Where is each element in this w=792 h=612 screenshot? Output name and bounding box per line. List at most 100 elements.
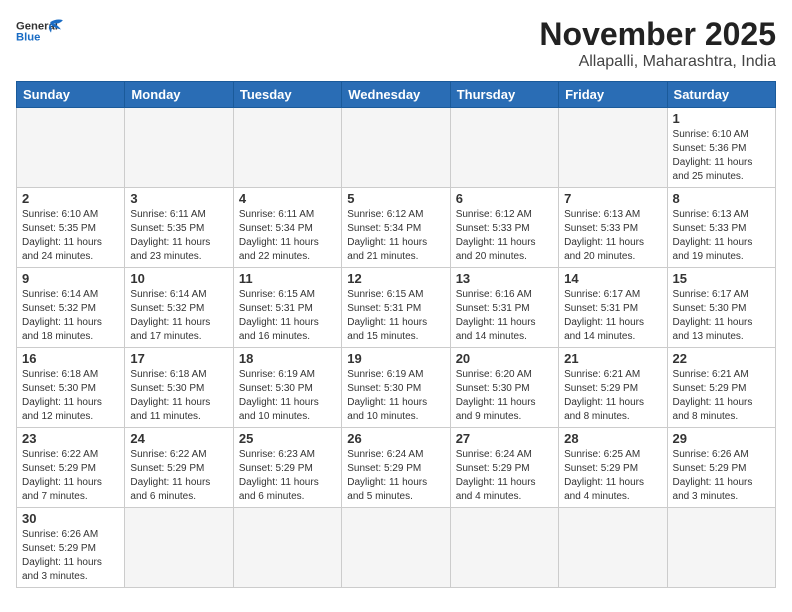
day-info: Sunrise: 6:22 AM Sunset: 5:29 PM Dayligh… (130, 448, 227, 504)
empty-cell (450, 108, 558, 188)
table-row: 16 Sunrise: 6:18 AM Sunset: 5:30 PM Dayl… (17, 348, 125, 428)
day-number: 10 (130, 271, 227, 286)
table-row: 21 Sunrise: 6:21 AM Sunset: 5:29 PM Dayl… (559, 348, 667, 428)
day-number: 3 (130, 191, 227, 206)
empty-cell (667, 508, 775, 588)
day-info: Sunrise: 6:18 AM Sunset: 5:30 PM Dayligh… (130, 368, 227, 424)
table-row: 4 Sunrise: 6:11 AM Sunset: 5:34 PM Dayli… (233, 188, 341, 268)
day-number: 23 (22, 431, 119, 446)
table-row: 2 Sunrise: 6:10 AM Sunset: 5:35 PM Dayli… (17, 188, 125, 268)
header-tuesday: Tuesday (233, 82, 341, 108)
table-row: 30 Sunrise: 6:26 AM Sunset: 5:29 PM Dayl… (17, 508, 125, 588)
day-info: Sunrise: 6:20 AM Sunset: 5:30 PM Dayligh… (456, 368, 553, 424)
day-info: Sunrise: 6:15 AM Sunset: 5:31 PM Dayligh… (239, 288, 336, 344)
empty-cell (17, 108, 125, 188)
table-row: 24 Sunrise: 6:22 AM Sunset: 5:29 PM Dayl… (125, 428, 233, 508)
table-row: 6 Sunrise: 6:12 AM Sunset: 5:33 PM Dayli… (450, 188, 558, 268)
calendar-week-row: 23 Sunrise: 6:22 AM Sunset: 5:29 PM Dayl… (17, 428, 776, 508)
day-number: 19 (347, 351, 444, 366)
table-row: 26 Sunrise: 6:24 AM Sunset: 5:29 PM Dayl… (342, 428, 450, 508)
day-info: Sunrise: 6:21 AM Sunset: 5:29 PM Dayligh… (564, 368, 661, 424)
day-number: 16 (22, 351, 119, 366)
table-row: 25 Sunrise: 6:23 AM Sunset: 5:29 PM Dayl… (233, 428, 341, 508)
calendar-week-row: 16 Sunrise: 6:18 AM Sunset: 5:30 PM Dayl… (17, 348, 776, 428)
day-number: 4 (239, 191, 336, 206)
day-info: Sunrise: 6:24 AM Sunset: 5:29 PM Dayligh… (456, 448, 553, 504)
day-info: Sunrise: 6:10 AM Sunset: 5:36 PM Dayligh… (673, 128, 770, 184)
day-info: Sunrise: 6:26 AM Sunset: 5:29 PM Dayligh… (22, 528, 119, 584)
table-row: 7 Sunrise: 6:13 AM Sunset: 5:33 PM Dayli… (559, 188, 667, 268)
day-info: Sunrise: 6:14 AM Sunset: 5:32 PM Dayligh… (22, 288, 119, 344)
empty-cell (125, 108, 233, 188)
day-number: 5 (347, 191, 444, 206)
table-row: 8 Sunrise: 6:13 AM Sunset: 5:33 PM Dayli… (667, 188, 775, 268)
day-number: 11 (239, 271, 336, 286)
empty-cell (559, 108, 667, 188)
day-number: 30 (22, 511, 119, 526)
table-row: 11 Sunrise: 6:15 AM Sunset: 5:31 PM Dayl… (233, 268, 341, 348)
day-number: 17 (130, 351, 227, 366)
table-row: 14 Sunrise: 6:17 AM Sunset: 5:31 PM Dayl… (559, 268, 667, 348)
empty-cell (450, 508, 558, 588)
empty-cell (233, 108, 341, 188)
table-row: 12 Sunrise: 6:15 AM Sunset: 5:31 PM Dayl… (342, 268, 450, 348)
table-row: 17 Sunrise: 6:18 AM Sunset: 5:30 PM Dayl… (125, 348, 233, 428)
day-number: 22 (673, 351, 770, 366)
day-info: Sunrise: 6:24 AM Sunset: 5:29 PM Dayligh… (347, 448, 444, 504)
day-number: 24 (130, 431, 227, 446)
table-row: 19 Sunrise: 6:19 AM Sunset: 5:30 PM Dayl… (342, 348, 450, 428)
day-info: Sunrise: 6:12 AM Sunset: 5:34 PM Dayligh… (347, 208, 444, 264)
table-row: 27 Sunrise: 6:24 AM Sunset: 5:29 PM Dayl… (450, 428, 558, 508)
day-info: Sunrise: 6:10 AM Sunset: 5:35 PM Dayligh… (22, 208, 119, 264)
day-number: 28 (564, 431, 661, 446)
table-row: 23 Sunrise: 6:22 AM Sunset: 5:29 PM Dayl… (17, 428, 125, 508)
calendar-week-row: 9 Sunrise: 6:14 AM Sunset: 5:32 PM Dayli… (17, 268, 776, 348)
calendar-week-row: 1 Sunrise: 6:10 AM Sunset: 5:36 PM Dayli… (17, 108, 776, 188)
table-row: 10 Sunrise: 6:14 AM Sunset: 5:32 PM Dayl… (125, 268, 233, 348)
day-number: 27 (456, 431, 553, 446)
logo: General Blue (16, 16, 66, 46)
day-number: 20 (456, 351, 553, 366)
day-number: 9 (22, 271, 119, 286)
table-row: 9 Sunrise: 6:14 AM Sunset: 5:32 PM Dayli… (17, 268, 125, 348)
day-info: Sunrise: 6:19 AM Sunset: 5:30 PM Dayligh… (347, 368, 444, 424)
calendar-week-row: 2 Sunrise: 6:10 AM Sunset: 5:35 PM Dayli… (17, 188, 776, 268)
svg-text:Blue: Blue (16, 32, 40, 44)
day-info: Sunrise: 6:11 AM Sunset: 5:34 PM Dayligh… (239, 208, 336, 264)
header-sunday: Sunday (17, 82, 125, 108)
calendar-week-row: 30 Sunrise: 6:26 AM Sunset: 5:29 PM Dayl… (17, 508, 776, 588)
day-number: 26 (347, 431, 444, 446)
table-row: 15 Sunrise: 6:17 AM Sunset: 5:30 PM Dayl… (667, 268, 775, 348)
table-row: 29 Sunrise: 6:26 AM Sunset: 5:29 PM Dayl… (667, 428, 775, 508)
table-row: 28 Sunrise: 6:25 AM Sunset: 5:29 PM Dayl… (559, 428, 667, 508)
page-header: General Blue November 2025 Allapalli, Ma… (16, 16, 776, 71)
day-number: 25 (239, 431, 336, 446)
day-number: 1 (673, 111, 770, 126)
day-number: 6 (456, 191, 553, 206)
header-saturday: Saturday (667, 82, 775, 108)
empty-cell (559, 508, 667, 588)
calendar-title-area: November 2025 Allapalli, Maharashtra, In… (539, 16, 776, 71)
day-info: Sunrise: 6:11 AM Sunset: 5:35 PM Dayligh… (130, 208, 227, 264)
empty-cell (233, 508, 341, 588)
day-info: Sunrise: 6:14 AM Sunset: 5:32 PM Dayligh… (130, 288, 227, 344)
table-row: 13 Sunrise: 6:16 AM Sunset: 5:31 PM Dayl… (450, 268, 558, 348)
day-info: Sunrise: 6:15 AM Sunset: 5:31 PM Dayligh… (347, 288, 444, 344)
day-number: 8 (673, 191, 770, 206)
day-number: 13 (456, 271, 553, 286)
header-friday: Friday (559, 82, 667, 108)
empty-cell (125, 508, 233, 588)
day-number: 15 (673, 271, 770, 286)
day-info: Sunrise: 6:12 AM Sunset: 5:33 PM Dayligh… (456, 208, 553, 264)
day-info: Sunrise: 6:16 AM Sunset: 5:31 PM Dayligh… (456, 288, 553, 344)
empty-cell (342, 108, 450, 188)
table-row: 1 Sunrise: 6:10 AM Sunset: 5:36 PM Dayli… (667, 108, 775, 188)
table-row: 18 Sunrise: 6:19 AM Sunset: 5:30 PM Dayl… (233, 348, 341, 428)
day-number: 7 (564, 191, 661, 206)
header-wednesday: Wednesday (342, 82, 450, 108)
logo-icon: General Blue (16, 16, 66, 46)
day-info: Sunrise: 6:13 AM Sunset: 5:33 PM Dayligh… (673, 208, 770, 264)
day-info: Sunrise: 6:22 AM Sunset: 5:29 PM Dayligh… (22, 448, 119, 504)
day-number: 21 (564, 351, 661, 366)
table-row: 5 Sunrise: 6:12 AM Sunset: 5:34 PM Dayli… (342, 188, 450, 268)
